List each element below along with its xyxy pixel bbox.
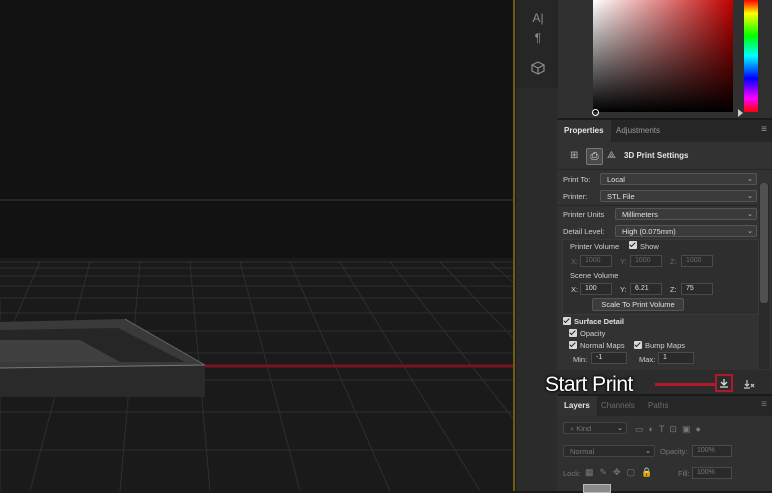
surface-detail-checkbox[interactable] bbox=[563, 317, 571, 325]
min-field[interactable]: -1 bbox=[591, 352, 627, 364]
paragraph-icon[interactable]: ¶ bbox=[530, 30, 546, 46]
start-print-button[interactable] bbox=[715, 374, 733, 392]
properties-tab-bar: Properties Adjustments ≡ bbox=[557, 120, 772, 142]
tab-adjustments[interactable]: Adjustments bbox=[609, 120, 667, 142]
layer-kind-filter[interactable]: ⌕ Kind ⌄ bbox=[563, 422, 627, 434]
cancel-print-icon[interactable] bbox=[741, 377, 755, 391]
character-icon[interactable]: A| bbox=[530, 10, 546, 26]
detail-level-label: Detail Level: bbox=[563, 227, 605, 236]
printer-units-label: Printer Units bbox=[563, 210, 605, 219]
pv-x-field: 1000 bbox=[580, 255, 612, 267]
3d-scene bbox=[0, 0, 513, 491]
printer-volume-label: Printer Volume bbox=[570, 242, 620, 251]
detail-level-value: High (0.075mm) bbox=[622, 227, 676, 236]
scrollbar-thumb[interactable] bbox=[760, 183, 768, 303]
blend-mode-dropdown[interactable]: Normal ⌄ bbox=[563, 445, 655, 457]
3d-viewport[interactable] bbox=[0, 0, 513, 491]
layer-thumbnail[interactable] bbox=[583, 484, 611, 493]
properties-panel: Properties Adjustments ≡ ⊞ ⎙ ⟁ 3D Print … bbox=[557, 119, 772, 371]
tab-channels[interactable]: Channels bbox=[594, 396, 642, 416]
print-to-label: Print To: bbox=[563, 175, 591, 184]
chevron-down-icon: ⌄ bbox=[747, 228, 753, 235]
layers-tab-bar: Layers Channels Paths ≡ bbox=[557, 396, 772, 416]
normal-maps-label: Normal Maps bbox=[580, 341, 625, 350]
printer-dropdown[interactable]: STL File ⌄ bbox=[600, 190, 757, 202]
print-to-dropdown[interactable]: Local ⌄ bbox=[600, 173, 757, 185]
max-field[interactable]: 1 bbox=[658, 352, 694, 364]
3d-cube-icon[interactable] bbox=[530, 61, 546, 77]
fill-label: Fill: bbox=[678, 469, 690, 478]
hue-slider[interactable] bbox=[744, 0, 758, 112]
normal-maps-checkbox[interactable] bbox=[569, 341, 577, 349]
hue-slider-handle[interactable] bbox=[738, 109, 743, 117]
pv-x-label: X: bbox=[571, 257, 579, 266]
kind-label: Kind bbox=[576, 424, 592, 433]
scene-volume-label: Scene Volume bbox=[570, 271, 619, 280]
layers-panel: Layers Channels Paths ≡ ⌕ Kind ⌄ ▭◐T⊡▣● N… bbox=[557, 396, 772, 493]
bump-maps-checkbox[interactable] bbox=[634, 341, 642, 349]
lock-icons[interactable]: ▦✎✥▢🔒 bbox=[585, 467, 658, 478]
opacity-label: Opacity bbox=[580, 329, 606, 338]
printer-label: Printer: bbox=[563, 192, 588, 201]
chevron-down-icon: ⌄ bbox=[747, 211, 753, 218]
printer-value: STL File bbox=[607, 192, 635, 201]
color-saturation-field[interactable] bbox=[593, 0, 733, 112]
chevron-down-icon: ⌄ bbox=[747, 193, 753, 200]
detail-level-dropdown[interactable]: High (0.075mm) ⌄ bbox=[615, 225, 757, 237]
surface-detail-label: Surface Detail bbox=[574, 317, 625, 326]
lock-label: Lock: bbox=[563, 469, 581, 478]
tab-properties[interactable]: Properties bbox=[557, 120, 611, 142]
color-picker-cursor[interactable] bbox=[592, 109, 599, 116]
show-label: Show bbox=[640, 242, 659, 251]
pv-y-label: Y: bbox=[620, 257, 627, 266]
sv-y-label: Y: bbox=[620, 285, 627, 294]
layer-filter-icons[interactable]: ▭◐T⊡▣● bbox=[635, 424, 706, 435]
printer-units-dropdown[interactable]: Millimeters ⌄ bbox=[615, 208, 757, 220]
pv-z-label: Z: bbox=[670, 257, 677, 266]
divider bbox=[557, 169, 772, 170]
min-label: Min: bbox=[573, 355, 588, 364]
start-print-callout: Start Print bbox=[545, 373, 633, 396]
pv-y-field: 1000 bbox=[630, 255, 662, 267]
fill-field[interactable]: 100% bbox=[692, 467, 732, 479]
sv-z-label: Z: bbox=[670, 285, 677, 294]
sv-y-field[interactable]: 6.21 bbox=[630, 283, 662, 295]
bump-maps-label: Bump Maps bbox=[645, 341, 686, 350]
tab-layers[interactable]: Layers bbox=[557, 396, 597, 416]
properties-scrollbar[interactable] bbox=[759, 183, 769, 369]
pv-z-field: 1000 bbox=[681, 255, 713, 267]
panel-menu-icon[interactable]: ≡ bbox=[761, 399, 767, 410]
callout-arrow-line bbox=[655, 383, 715, 386]
tab-paths[interactable]: Paths bbox=[641, 396, 675, 416]
blend-mode-value: Normal bbox=[570, 447, 595, 456]
start-print-icon bbox=[720, 379, 728, 388]
scale-to-print-volume-button[interactable]: Scale To Print Volume bbox=[592, 298, 684, 311]
show-volume-checkbox[interactable] bbox=[629, 241, 637, 249]
max-label: Max: bbox=[639, 355, 656, 364]
chevron-down-icon: ⌄ bbox=[617, 425, 623, 432]
sv-z-field[interactable]: 75 bbox=[681, 283, 713, 295]
chevron-down-icon: ⌄ bbox=[747, 176, 753, 183]
opacity-checkbox[interactable] bbox=[569, 329, 577, 337]
divider bbox=[557, 205, 757, 206]
panel-icon-strip: A| ¶ bbox=[515, 0, 558, 491]
layer-opacity-label: Opacity: bbox=[660, 447, 688, 456]
chevron-down-icon: ⌄ bbox=[645, 448, 651, 455]
scene-filter-icon[interactable]: ⊞ bbox=[570, 150, 582, 162]
print-volume-icon[interactable]: ⟁ bbox=[607, 150, 619, 162]
sv-x-label: X: bbox=[571, 285, 579, 294]
printer-units-value: Millimeters bbox=[622, 210, 658, 219]
print-settings-icon[interactable]: ⎙ bbox=[586, 148, 603, 165]
print-to-value: Local bbox=[607, 175, 625, 184]
sv-x-field[interactable]: 100 bbox=[580, 283, 612, 295]
panel-header-title: 3D Print Settings bbox=[624, 151, 689, 160]
panel-menu-icon[interactable]: ≡ bbox=[761, 124, 767, 135]
search-icon: ⌕ bbox=[570, 424, 575, 433]
layer-opacity-field[interactable]: 100% bbox=[692, 445, 732, 457]
